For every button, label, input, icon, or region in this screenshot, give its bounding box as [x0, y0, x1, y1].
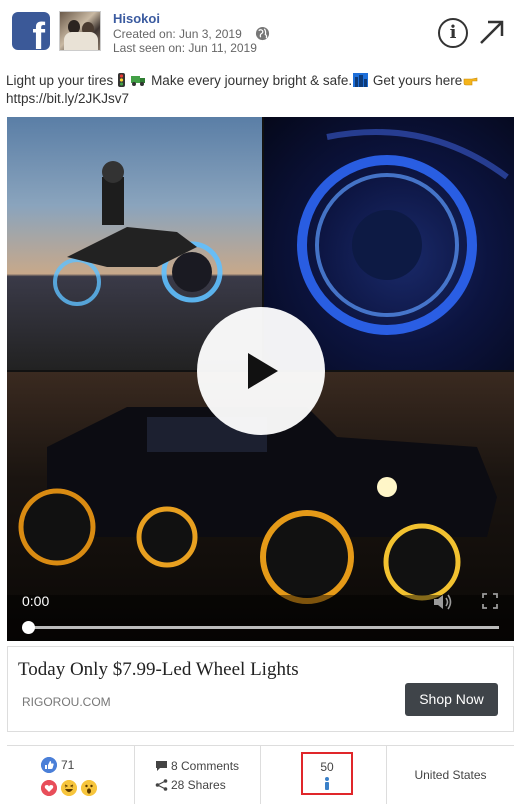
- progress-knob[interactable]: [22, 621, 35, 634]
- reach-highlight: 50: [301, 752, 353, 795]
- cta-box[interactable]: Today Only $7.99-Led Wheel Lights RIGORO…: [7, 646, 514, 732]
- city-icon: [353, 73, 369, 87]
- haha-icon: [61, 780, 77, 796]
- volume-icon[interactable]: [432, 592, 454, 612]
- fullscreen-icon[interactable]: [482, 593, 498, 609]
- comments-count: 8 Comments: [171, 759, 240, 773]
- play-button[interactable]: [197, 307, 325, 435]
- reach-cell: 50: [261, 746, 387, 804]
- progress-bar[interactable]: [29, 626, 499, 629]
- last-seen-date: Last seen on: Jun 11, 2019: [113, 41, 257, 55]
- cta-domain: RIGOROU.COM: [22, 695, 111, 709]
- traffic-light-icon: [118, 73, 126, 87]
- post-text-part3: Get yours here: [369, 73, 463, 88]
- facebook-logo-icon: f: [12, 12, 50, 50]
- video-player[interactable]: 0:00: [7, 117, 514, 641]
- post-text-part2: Make every journey bright & safe.: [147, 73, 353, 88]
- stats-bar: 71 8 Comments 28 Shares 50 United States: [7, 745, 514, 807]
- open-external-icon[interactable]: [477, 17, 507, 47]
- share-icon: [155, 779, 168, 791]
- page-name[interactable]: Hisokoi: [113, 11, 160, 26]
- globe-icon: [255, 26, 270, 41]
- shop-now-button[interactable]: Shop Now: [405, 683, 498, 716]
- reach-count: 50: [320, 760, 334, 774]
- person-icon: [325, 777, 329, 790]
- comment-icon: [156, 761, 167, 771]
- reactions-cell: 71: [7, 746, 135, 804]
- ad-header: f Hisokoi Created on: Jun 3, 2019 Last s…: [0, 0, 522, 66]
- country-cell: United States: [387, 746, 514, 804]
- info-icon[interactable]: i: [438, 18, 468, 48]
- engagement-cell: 8 Comments 28 Shares: [135, 746, 261, 804]
- likes-count: 71: [61, 758, 75, 772]
- post-text: Light up your tires Make every journey b…: [6, 72, 516, 108]
- wow-icon: [81, 780, 97, 796]
- avatar[interactable]: [59, 11, 101, 51]
- shares-count: 28 Shares: [171, 778, 226, 792]
- love-icon: [41, 780, 57, 796]
- play-icon: [248, 353, 278, 389]
- cta-headline[interactable]: Today Only $7.99-Led Wheel Lights: [18, 659, 299, 681]
- post-link[interactable]: https://bit.ly/2JKJsv7: [6, 91, 129, 106]
- pointing-hand-icon: [463, 77, 478, 86]
- truck-icon: [131, 76, 146, 86]
- like-icon: [41, 757, 57, 773]
- country-name: United States: [414, 768, 487, 782]
- post-text-part1: Light up your tires: [6, 73, 114, 88]
- video-time: 0:00: [22, 593, 50, 609]
- created-date: Created on: Jun 3, 2019: [113, 27, 242, 41]
